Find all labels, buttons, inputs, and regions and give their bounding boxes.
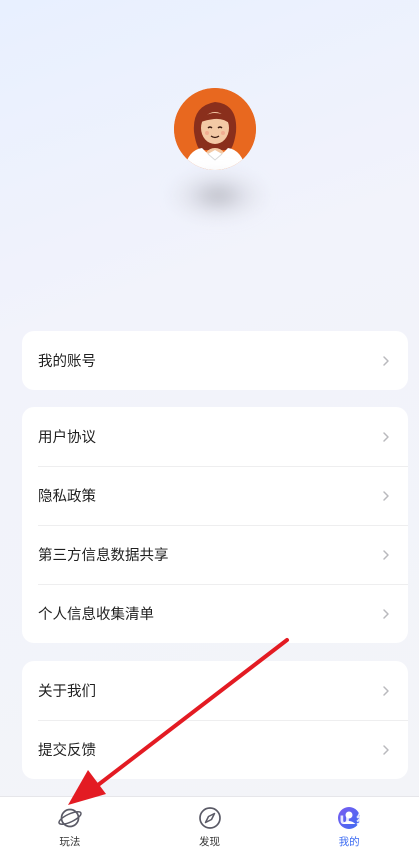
chevron-right-icon xyxy=(383,549,389,560)
menu-item-my-account[interactable]: 我的账号 xyxy=(22,331,408,390)
tab-label: 我的 xyxy=(338,836,360,848)
menu-item-feedback[interactable]: 提交反馈 xyxy=(22,720,408,779)
menu-item-label: 第三方信息数据共享 xyxy=(38,548,169,564)
chevron-right-icon xyxy=(383,355,389,366)
menu-item-user-agreement[interactable]: 用户协议 xyxy=(22,407,408,466)
compass-icon xyxy=(198,807,221,829)
menu-item-third-party-sharing[interactable]: 第三方信息数据共享 xyxy=(22,525,408,584)
chevron-right-icon xyxy=(383,431,389,442)
menu-item-label: 关于我们 xyxy=(38,684,96,700)
user-avatar[interactable] xyxy=(174,88,256,170)
menu-item-label: 我的账号 xyxy=(38,354,96,370)
policy-card: 用户协议 隐私政策 第三方信息数据共享 个人信息收集清单 xyxy=(22,407,408,643)
menu-item-label: 个人信息收集清单 xyxy=(38,607,154,623)
menu-item-label: 用户协议 xyxy=(38,430,96,446)
menu-item-label: 提交反馈 xyxy=(38,743,96,759)
menu-item-label: 隐私政策 xyxy=(38,489,96,505)
tab-play[interactable]: 玩法 xyxy=(0,797,140,853)
username-blurred xyxy=(168,168,268,223)
tab-discover[interactable]: 发现 xyxy=(140,797,280,853)
chevron-right-icon xyxy=(383,744,389,755)
menu-item-about-us[interactable]: 关于我们 xyxy=(22,661,408,720)
chevron-right-icon xyxy=(383,685,389,696)
menu-item-personal-info-list[interactable]: 个人信息收集清单 xyxy=(22,584,408,643)
chevron-right-icon xyxy=(383,608,389,619)
chevron-right-icon xyxy=(383,490,389,501)
avatar-illustration xyxy=(174,88,256,170)
planet-icon xyxy=(58,808,82,828)
about-card: 关于我们 提交反馈 xyxy=(22,661,408,779)
tab-label: 发现 xyxy=(199,836,220,848)
account-card: 我的账号 xyxy=(22,331,408,390)
menu-item-privacy-policy[interactable]: 隐私政策 xyxy=(22,466,408,525)
tab-label: 玩法 xyxy=(59,836,81,848)
baidu-jingyan-watermark: Baidu 经验 xyxy=(300,810,388,828)
